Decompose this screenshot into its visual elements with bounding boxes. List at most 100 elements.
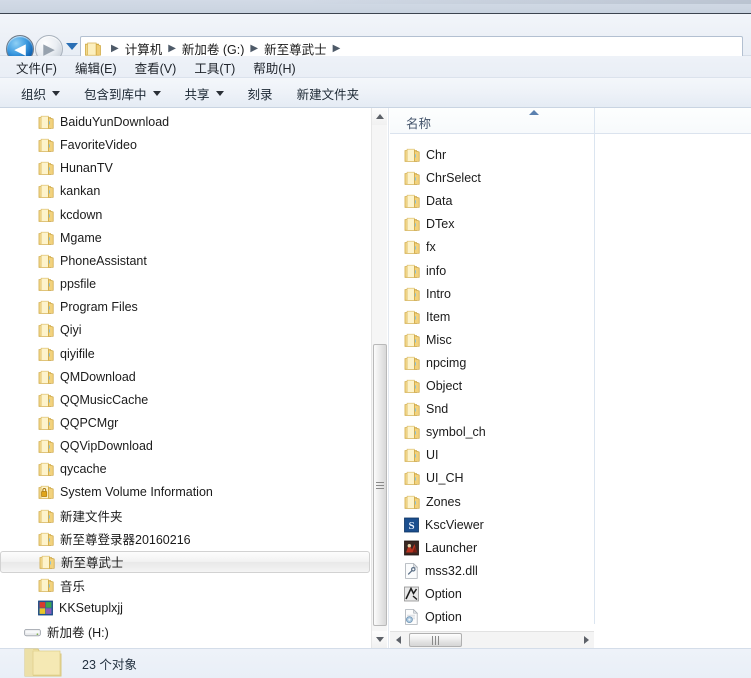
toolbar-button[interactable]: 包含到库中 [75, 81, 170, 106]
breadcrumb-separator[interactable]: ▶ [105, 43, 125, 54]
nav-tree-item[interactable]: 新建文件夹 [0, 505, 371, 527]
big-folder-icon [22, 645, 64, 678]
nav-tree-item[interactable]: qiyifile [0, 343, 371, 365]
file-list-row[interactable]: info [390, 260, 594, 282]
file-list-row[interactable]: Zones [390, 491, 594, 513]
toolbar-button-label: 刻录 [247, 87, 273, 102]
chevron-left-icon [395, 636, 401, 644]
breadcrumb-separator[interactable]: ▶ [244, 43, 264, 54]
nav-tree-item[interactable]: 新至尊登录器20160216 [0, 528, 371, 550]
file-list-row[interactable]: DTex [390, 213, 594, 235]
drive-icon [24, 624, 41, 638]
file-list-row[interactable]: Launcher [390, 537, 594, 559]
file-list-row[interactable]: mss32.dll [390, 560, 594, 582]
status-bar: 23 个对象 [0, 648, 751, 678]
scroll-down-button[interactable] [372, 631, 387, 648]
dll-icon [404, 562, 419, 579]
nav-tree-item[interactable]: 音乐 [0, 574, 371, 596]
nav-tree-item[interactable]: kankan [0, 180, 371, 202]
nav-tree-item[interactable]: QQVipDownload [0, 435, 371, 457]
file-list-pane[interactable]: 名称 Chr ChrSelect Data DTex fx info Intro Item Mi… [390, 108, 751, 648]
folder-icon [38, 578, 54, 592]
sort-ascending-icon [529, 110, 539, 115]
file-list-row[interactable]: Option [390, 583, 594, 605]
toolbar-button-label: 包含到库中 [84, 87, 147, 102]
column-header-row[interactable]: 名称 [390, 108, 751, 134]
navigation-pane-scrollbar[interactable] [371, 108, 387, 648]
history-dropdown-icon[interactable] [66, 43, 78, 50]
file-list-row[interactable]: UI [390, 444, 594, 466]
file-list-row[interactable]: Item [390, 306, 594, 328]
nav-tree-item[interactable]: qycache [0, 458, 371, 480]
nav-tree-item[interactable]: HunanTV [0, 157, 371, 179]
scroll-up-button[interactable] [372, 108, 387, 125]
file-list-row[interactable]: Data [390, 190, 594, 212]
nav-tree-item[interactable]: BaiduYunDownload [0, 111, 371, 133]
menu-item[interactable]: 文件(F) [8, 56, 65, 79]
file-list-row[interactable]: symbol_ch [390, 421, 594, 443]
file-list-row[interactable]: ChrSelect [390, 167, 594, 189]
nav-tree-item[interactable]: PhoneAssistant [0, 250, 371, 272]
folder-icon [404, 379, 420, 393]
menu-item[interactable]: 帮助(H) [245, 56, 303, 79]
scrollbar-thumb[interactable] [373, 344, 387, 626]
toolbar-button[interactable]: 刻录 [239, 81, 282, 106]
chevron-down-icon [152, 90, 161, 96]
file-list-row[interactable]: Object [390, 375, 594, 397]
menu-item[interactable]: 编辑(E) [67, 56, 125, 79]
breadcrumb-separator[interactable]: ▶ [162, 43, 182, 54]
folder-icon [404, 356, 420, 370]
chevron-right-icon [583, 636, 589, 644]
chevron-down-icon [215, 90, 224, 96]
menu-item[interactable]: 工具(T) [186, 56, 243, 79]
nav-tree-item-label: QQMusicCache [60, 392, 149, 407]
column-header-name[interactable]: 名称 [406, 113, 431, 132]
file-list-row[interactable]: S KscViewer [390, 514, 594, 536]
folder-icon [404, 425, 420, 439]
menu-item[interactable]: 查看(V) [127, 56, 185, 79]
nav-tree-item[interactable]: QQPCMgr [0, 412, 371, 434]
nav-tree-item[interactable]: System Volume Information [0, 481, 371, 503]
scroll-right-button[interactable] [578, 632, 594, 648]
file-list-row-label: DTex [426, 217, 455, 232]
file-list-row[interactable]: fx [390, 236, 594, 258]
scroll-left-button[interactable] [390, 632, 406, 648]
hscrollbar-thumb[interactable] [409, 633, 462, 647]
nav-tree-item-label: kankan [60, 184, 101, 199]
nav-tree-item[interactable]: Mgame [0, 227, 371, 249]
file-list-row[interactable]: Snd [390, 398, 594, 420]
command-toolbar: 组织 包含到库中 共享 刻录 新建文件夹 [0, 78, 751, 108]
toolbar-button[interactable]: 共享 [176, 81, 233, 106]
toolbar-button[interactable]: 新建文件夹 [288, 81, 369, 106]
folder-icon [38, 161, 54, 175]
toolbar-button[interactable]: 组织 [12, 81, 69, 106]
nav-tree-item[interactable]: FavoriteVideo [0, 134, 371, 156]
file-list-row[interactable]: npcimg [390, 352, 594, 374]
navigation-pane[interactable]: BaiduYunDownload FavoriteVideo HunanTV kank… [0, 108, 371, 648]
column-divider[interactable] [594, 108, 595, 624]
breadcrumb-separator[interactable]: ▶ [327, 43, 347, 54]
pane-splitter[interactable] [388, 108, 389, 648]
file-list-row-label: fx [426, 240, 436, 255]
file-list-hscrollbar[interactable] [390, 631, 594, 648]
file-list-row[interactable]: Intro [390, 283, 594, 305]
nav-tree-item-selected[interactable]: 新至尊武士 [0, 550, 370, 573]
file-list-row[interactable]: UI_CH [390, 467, 594, 489]
file-list-row[interactable]: Chr [390, 144, 594, 166]
nav-tree-item[interactable]: QMDownload [0, 366, 371, 388]
nav-tree-item-label: 新至尊武士 [61, 556, 124, 571]
folder-icon [404, 310, 420, 324]
file-list-row[interactable]: Misc [390, 329, 594, 351]
nav-tree-item[interactable]: Qiyi [0, 319, 371, 341]
nav-tree-item[interactable]: Program Files [0, 296, 371, 318]
file-list-row-label: Intro [426, 286, 452, 301]
folder-icon [38, 208, 54, 222]
nav-tree-item[interactable]: 新加卷 (H:) [0, 620, 371, 642]
nav-tree-item[interactable]: KKSetuplxjj [0, 597, 371, 619]
address-bar: ◀ ▶ ▶ 计算机 ▶ 新加卷 (G:) ▶ 新至尊武士 ▶ [0, 14, 751, 63]
nav-tree-item[interactable]: kcdown [0, 204, 371, 226]
file-list-row[interactable]: Option [390, 606, 594, 628]
nav-tree-item[interactable]: ppsfile [0, 273, 371, 295]
file-list-row-label: KscViewer [425, 517, 484, 532]
nav-tree-item[interactable]: QQMusicCache [0, 389, 371, 411]
